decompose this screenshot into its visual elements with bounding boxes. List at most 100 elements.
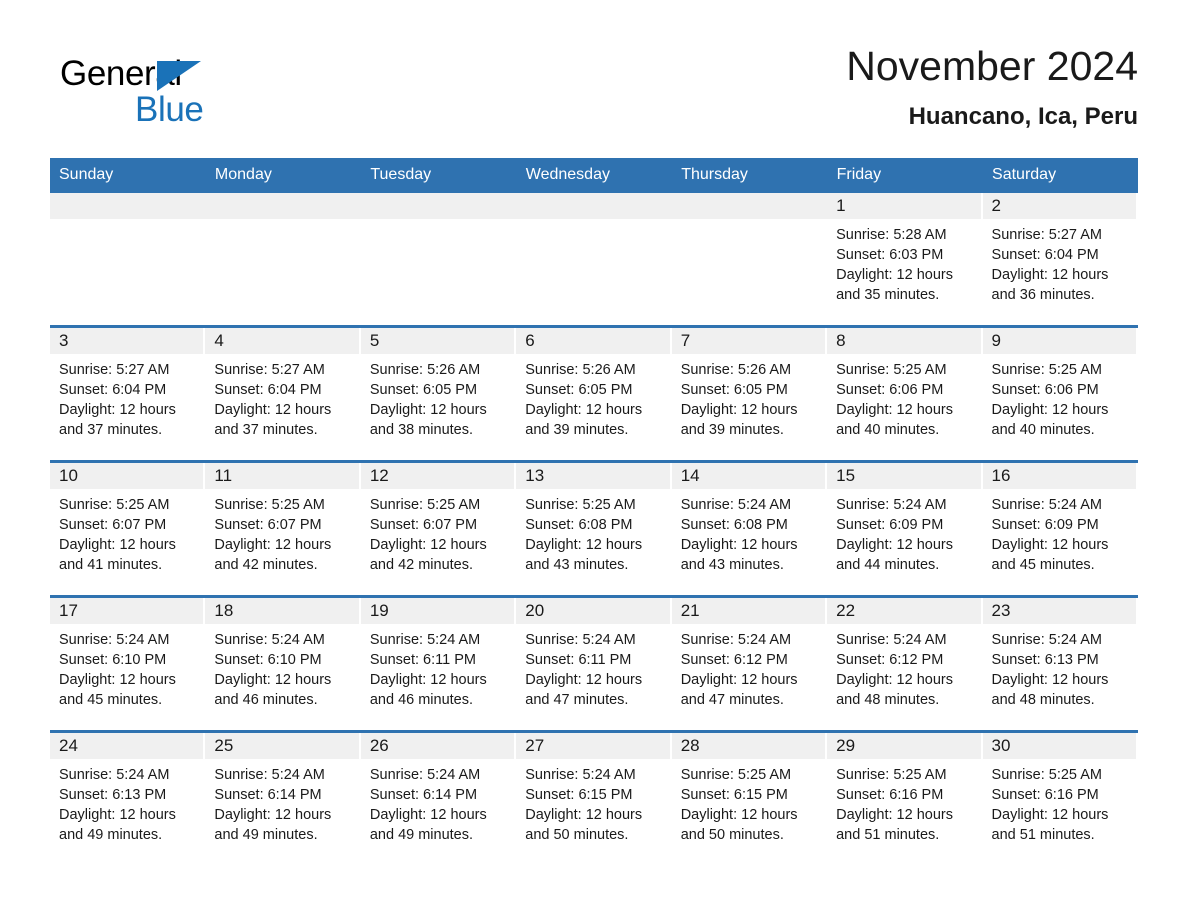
day-cell[interactable]: 3 Sunrise: 5:27 AM Sunset: 6:04 PM Daylight… (50, 325, 206, 462)
day-number: 9 (982, 328, 1136, 354)
day-cell[interactable]: 7 Sunrise: 5:26 AM Sunset: 6:05 PM Daylight… (671, 325, 828, 462)
day-cell[interactable]: 30 Sunrise: 5:25 AM Sunset: 6:16 PM Dayligh… (982, 730, 1138, 865)
day-number: 12 (360, 463, 515, 489)
calendar-week-row: 1 Sunrise: 5:28 AM Sunset: 6:03 PM Daylight… (50, 193, 1138, 327)
day-cell[interactable]: 25 Sunrise: 5:24 AM Sunset: 6:14 PM Dayligh… (205, 730, 361, 865)
sunset-text: Sunset: 6:15 PM (525, 787, 633, 803)
day-number: 17 (50, 598, 204, 624)
sunrise-text: Sunrise: 5:24 AM (991, 632, 1102, 648)
day-number (50, 193, 206, 219)
day-cell[interactable]: 1 Sunrise: 5:28 AM Sunset: 6:03 PM Daylight… (827, 193, 983, 327)
general-blue-logo[interactable]: General Blue (60, 54, 290, 132)
sunrise-text: Sunrise: 5:24 AM (680, 497, 792, 513)
weekday-header-sunday: Sunday (50, 158, 206, 193)
day-cell[interactable]: 15 Sunrise: 5:24 AM Sunset: 6:09 PM Dayligh… (827, 460, 983, 597)
sunset-text: Sunset: 6:12 PM (836, 652, 944, 668)
sunrise-text: Sunrise: 5:26 AM (680, 362, 792, 378)
day-cell-content (360, 193, 517, 325)
calendar-week-row: 24 Sunrise: 5:24 AM Sunset: 6:13 PM Dayligh… (50, 730, 1138, 865)
day-cell[interactable]: 11 Sunrise: 5:25 AM Sunset: 6:07 PM Dayligh… (205, 460, 361, 597)
daylight-text: Daylight: 12 hours and 38 minutes. (369, 402, 487, 438)
sunset-text: Sunset: 6:09 PM (836, 517, 944, 533)
day-number: 20 (516, 598, 670, 624)
day-cell[interactable]: 29 Sunrise: 5:25 AM Sunset: 6:16 PM Dayligh… (827, 730, 983, 865)
day-details: Sunrise: 5:25 AM Sunset: 6:07 PM Daylight:… (50, 489, 205, 575)
day-cell[interactable]: 28 Sunrise: 5:25 AM Sunset: 6:15 PM Dayligh… (671, 730, 828, 865)
calendar-week-row: 3 Sunrise: 5:27 AM Sunset: 6:04 PM Daylight… (50, 325, 1138, 462)
day-cell[interactable]: 16 Sunrise: 5:24 AM Sunset: 6:09 PM Dayligh… (982, 460, 1138, 597)
day-cell[interactable]: 10 Sunrise: 5:25 AM Sunset: 6:07 PM Dayligh… (50, 460, 206, 597)
day-cell[interactable]: 21 Sunrise: 5:24 AM Sunset: 6:12 PM Dayligh… (671, 595, 828, 732)
sunset-text: Sunset: 6:08 PM (525, 517, 633, 533)
day-number: 5 (360, 328, 515, 354)
sunset-text: Sunset: 6:06 PM (836, 382, 944, 398)
day-number: 4 (205, 328, 359, 354)
day-number: 11 (205, 463, 359, 489)
day-details: Sunrise: 5:24 AM Sunset: 6:09 PM Daylight:… (983, 489, 1138, 575)
day-cell-content: 18 Sunrise: 5:24 AM Sunset: 6:10 PM Dayligh… (205, 598, 360, 730)
sunrise-text: Sunrise: 5:25 AM (680, 767, 792, 783)
day-cell[interactable]: 6 Sunrise: 5:26 AM Sunset: 6:05 PM Daylight… (516, 325, 672, 462)
day-cell[interactable]: 18 Sunrise: 5:24 AM Sunset: 6:10 PM Dayligh… (205, 595, 361, 732)
day-cell[interactable]: 13 Sunrise: 5:25 AM Sunset: 6:08 PM Dayligh… (516, 460, 672, 597)
day-cell-content: 23 Sunrise: 5:24 AM Sunset: 6:13 PM Dayligh… (982, 598, 1138, 730)
day-cell[interactable]: 2 Sunrise: 5:27 AM Sunset: 6:04 PM Daylight… (982, 193, 1138, 327)
sunset-text: Sunset: 6:13 PM (59, 787, 167, 803)
day-cell[interactable]: 19 Sunrise: 5:24 AM Sunset: 6:11 PM Dayligh… (360, 595, 517, 732)
sunrise-text: Sunrise: 5:27 AM (991, 227, 1102, 243)
day-cell-content: 4 Sunrise: 5:27 AM Sunset: 6:04 PM Daylight… (205, 328, 360, 460)
day-cell[interactable]: 5 Sunrise: 5:26 AM Sunset: 6:05 PM Daylight… (360, 325, 517, 462)
sunrise-text: Sunrise: 5:24 AM (836, 497, 947, 513)
day-cell[interactable]: 22 Sunrise: 5:24 AM Sunset: 6:12 PM Dayligh… (827, 595, 983, 732)
daylight-text: Daylight: 12 hours and 41 minutes. (59, 537, 176, 573)
sunset-text: Sunset: 6:05 PM (680, 382, 788, 398)
day-number: 23 (982, 598, 1136, 624)
day-cell-content: 27 Sunrise: 5:24 AM Sunset: 6:15 PM Dayligh… (516, 733, 671, 865)
sunrise-text: Sunrise: 5:25 AM (991, 767, 1102, 783)
sunset-text: Sunset: 6:16 PM (991, 787, 1099, 803)
day-details: Sunrise: 5:25 AM Sunset: 6:16 PM Daylight:… (983, 759, 1138, 845)
sunrise-text: Sunrise: 5:24 AM (369, 632, 481, 648)
day-cell[interactable]: 26 Sunrise: 5:24 AM Sunset: 6:14 PM Dayligh… (360, 730, 517, 865)
day-cell-empty (50, 193, 206, 327)
day-details: Sunrise: 5:27 AM Sunset: 6:04 PM Daylight:… (983, 219, 1138, 305)
day-cell-content: 12 Sunrise: 5:25 AM Sunset: 6:07 PM Dayligh… (360, 463, 516, 595)
sunrise-text: Sunrise: 5:24 AM (991, 497, 1102, 513)
day-cell[interactable]: 8 Sunrise: 5:25 AM Sunset: 6:06 PM Daylight… (827, 325, 983, 462)
day-cell[interactable]: 17 Sunrise: 5:24 AM Sunset: 6:10 PM Dayligh… (50, 595, 206, 732)
sunrise-text: Sunrise: 5:25 AM (59, 497, 170, 513)
calendar-body: 1 Sunrise: 5:28 AM Sunset: 6:03 PM Daylight… (50, 193, 1138, 865)
day-number: 16 (982, 463, 1136, 489)
day-details: Sunrise: 5:26 AM Sunset: 6:05 PM Daylight:… (672, 354, 827, 440)
day-details: Sunrise: 5:24 AM Sunset: 6:10 PM Daylight:… (50, 624, 205, 710)
day-details: Sunrise: 5:24 AM Sunset: 6:13 PM Daylight:… (983, 624, 1138, 710)
daylight-text: Daylight: 12 hours and 49 minutes. (369, 807, 487, 843)
day-cell[interactable]: 12 Sunrise: 5:25 AM Sunset: 6:07 PM Dayligh… (360, 460, 517, 597)
day-number: 26 (360, 733, 515, 759)
day-cell[interactable]: 4 Sunrise: 5:27 AM Sunset: 6:04 PM Daylight… (205, 325, 361, 462)
sunrise-text: Sunrise: 5:24 AM (680, 632, 792, 648)
sunrise-text: Sunrise: 5:25 AM (836, 362, 947, 378)
day-number: 22 (827, 598, 981, 624)
sunset-text: Sunset: 6:09 PM (991, 517, 1099, 533)
day-cell[interactable]: 14 Sunrise: 5:24 AM Sunset: 6:08 PM Dayligh… (671, 460, 828, 597)
day-cell[interactable]: 24 Sunrise: 5:24 AM Sunset: 6:13 PM Dayligh… (50, 730, 206, 865)
daylight-text: Daylight: 12 hours and 46 minutes. (214, 672, 332, 708)
sunset-text: Sunset: 6:14 PM (214, 787, 322, 803)
sunset-text: Sunset: 6:10 PM (59, 652, 167, 668)
day-cell[interactable]: 9 Sunrise: 5:25 AM Sunset: 6:06 PM Daylight… (982, 325, 1138, 462)
sunrise-sunset-calendar: Sunday Monday Tuesday Wednesday Thursday… (50, 158, 1139, 865)
logo-triangle-icon (157, 61, 201, 91)
day-cell[interactable]: 27 Sunrise: 5:24 AM Sunset: 6:15 PM Dayligh… (516, 730, 672, 865)
day-cell-content: 10 Sunrise: 5:25 AM Sunset: 6:07 PM Dayligh… (50, 463, 205, 595)
daylight-text: Daylight: 12 hours and 40 minutes. (836, 402, 953, 438)
day-cell[interactable]: 20 Sunrise: 5:24 AM Sunset: 6:11 PM Dayligh… (516, 595, 672, 732)
day-cell[interactable]: 23 Sunrise: 5:24 AM Sunset: 6:13 PM Dayligh… (982, 595, 1138, 732)
sunset-text: Sunset: 6:16 PM (836, 787, 944, 803)
day-cell-content: 25 Sunrise: 5:24 AM Sunset: 6:14 PM Dayligh… (205, 733, 360, 865)
day-number: 18 (205, 598, 359, 624)
day-number: 30 (982, 733, 1136, 759)
sunrise-text: Sunrise: 5:25 AM (214, 497, 325, 513)
day-cell-content: 3 Sunrise: 5:27 AM Sunset: 6:04 PM Daylight… (50, 328, 205, 460)
day-cell-content: 20 Sunrise: 5:24 AM Sunset: 6:11 PM Dayligh… (516, 598, 671, 730)
